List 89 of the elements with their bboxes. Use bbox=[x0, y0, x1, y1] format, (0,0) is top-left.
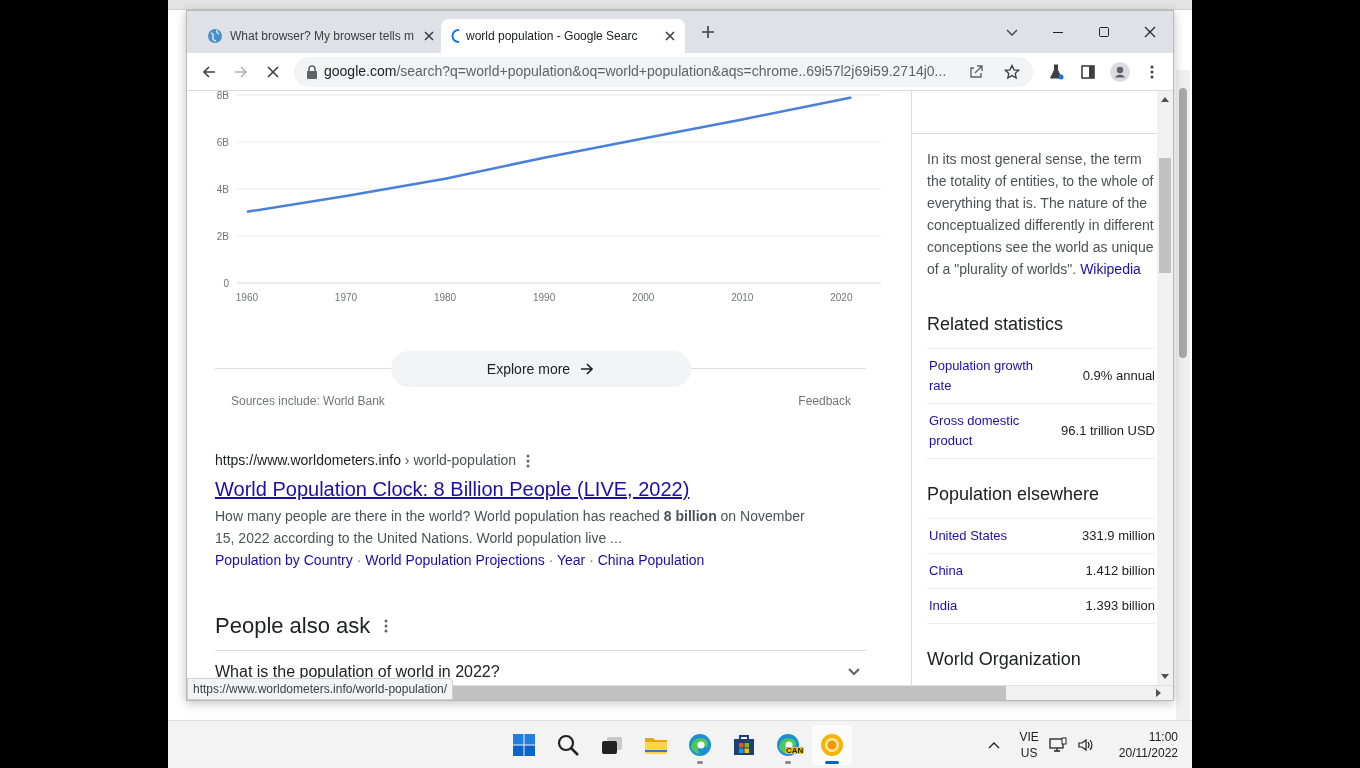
separator: · bbox=[589, 552, 594, 568]
section-heading: Related statistics bbox=[927, 313, 1065, 336]
star-icon bbox=[1004, 63, 1020, 80]
url-tooltip: https://www.worldometers.info/world-population/ bbox=[187, 678, 454, 700]
sitelink[interactable]: Year bbox=[556, 552, 586, 568]
axis-label: 6B bbox=[216, 137, 229, 148]
tab-title: What browser? My browser tells m bbox=[230, 28, 415, 45]
language-text[interactable]: VIE bbox=[1019, 728, 1039, 745]
close-icon bbox=[1142, 24, 1158, 40]
speaker-icon[interactable] bbox=[1076, 736, 1095, 753]
wikipedia-link[interactable]: Wikipedia bbox=[1080, 261, 1141, 277]
chrome-canary-icon bbox=[820, 732, 844, 757]
scroll-up-icon bbox=[1161, 96, 1169, 102]
address-bar[interactable]: google.com/search?q=world+population&oq=world+population&aqs=chrome..69i57l2j69i59.2714j0... bbox=[294, 56, 1033, 87]
flask-icon bbox=[1048, 63, 1064, 80]
stat-value: 1.393 billion bbox=[1085, 597, 1155, 615]
app-badge: CAN bbox=[785, 746, 805, 754]
sitelink[interactable]: China Population bbox=[597, 552, 705, 568]
feedback-link[interactable]: Feedback bbox=[798, 392, 851, 410]
stat-value: 1.412 billion bbox=[1085, 562, 1155, 580]
stat-value: 96.1 trillion USD bbox=[1061, 422, 1155, 440]
stat-value: 0.9% annual bbox=[1082, 367, 1155, 385]
axis-label: 1970 bbox=[334, 292, 358, 303]
stat-link[interactable]: United States bbox=[929, 526, 1054, 546]
search-icon bbox=[556, 732, 580, 757]
scrollbar[interactable] bbox=[1157, 91, 1173, 685]
description-text: the totality of entities, to the whole of bbox=[927, 172, 1155, 191]
kebab-menu-icon[interactable] bbox=[526, 453, 531, 468]
lock-icon bbox=[306, 64, 318, 79]
axis-label: 1960 bbox=[235, 292, 259, 303]
axis-label: 4B bbox=[216, 184, 229, 195]
separator: · bbox=[548, 552, 554, 568]
axis-label: 2010 bbox=[731, 292, 754, 303]
section-heading: World Organization bbox=[927, 648, 1082, 671]
description-text: everything that is. The nature of the bbox=[927, 194, 1148, 213]
result-snippet: How many people are there in the world? World population has reached 8 billion on November 15, 2022 according to the United Nations. World population live ... bbox=[215, 507, 806, 548]
axis-label: 1980 bbox=[433, 292, 457, 303]
network-icon[interactable] bbox=[1048, 736, 1067, 753]
browser-tab[interactable]: world population - Google Searc bbox=[441, 19, 685, 53]
plus-icon bbox=[700, 24, 716, 40]
share-icon bbox=[968, 63, 984, 80]
edge-icon bbox=[688, 732, 712, 757]
sitelink[interactable]: Population by Country bbox=[215, 552, 353, 568]
result-title-link[interactable]: World Population Clock: 8 Billion People (LIVE, 2022) bbox=[215, 476, 690, 502]
section-heading: People also ask bbox=[215, 612, 371, 640]
scroll-thumb[interactable] bbox=[1179, 88, 1187, 358]
clock-date[interactable]: 20/11/2022 bbox=[1118, 744, 1178, 761]
arrow-right-icon bbox=[580, 362, 595, 376]
separator: · bbox=[356, 552, 362, 568]
avatar-icon bbox=[1110, 61, 1130, 82]
url-text: google.com/search?q=world+population&oq=world+population&aqs=chrome..69i57l2j69i59.2714j0... bbox=[324, 62, 948, 81]
axis-label: 2020 bbox=[830, 292, 853, 303]
windows-logo-icon bbox=[512, 732, 536, 757]
axis-label: 2000 bbox=[632, 292, 655, 303]
scroll-thumb[interactable] bbox=[1159, 158, 1171, 273]
stat-link[interactable]: Gross domestic product bbox=[929, 411, 1054, 451]
forward-arrow-icon bbox=[233, 63, 249, 80]
axis-label: 8B bbox=[216, 91, 229, 101]
stat-link[interactable]: Population growth rate bbox=[929, 356, 1054, 396]
axis-label: 2B bbox=[216, 231, 229, 242]
stat-value: 331.9 million bbox=[1082, 527, 1155, 545]
sitelink[interactable]: World Population Projections bbox=[365, 552, 545, 568]
maximize-icon bbox=[1096, 24, 1112, 40]
region-text[interactable]: US bbox=[1020, 744, 1038, 761]
scroll-right-icon bbox=[1156, 689, 1162, 697]
tab-title: world population - Google Searc bbox=[466, 28, 639, 45]
axis-label: 1990 bbox=[533, 292, 556, 303]
description-text: conceptions see the world as unique bbox=[927, 238, 1155, 257]
scrollbar[interactable] bbox=[1176, 70, 1190, 720]
back-arrow-icon bbox=[201, 63, 217, 80]
scroll-down-icon bbox=[1161, 674, 1169, 680]
store-icon bbox=[732, 732, 756, 757]
stat-link[interactable]: China bbox=[929, 561, 1054, 581]
sources-text: Sources include: World Bank bbox=[231, 393, 385, 410]
minimize-icon bbox=[1053, 31, 1063, 33]
browser-tab[interactable]: What browser? My browser tells m bbox=[197, 19, 441, 53]
kebab-menu-icon[interactable] bbox=[384, 618, 389, 633]
description-text: of a "plurality of worlds". bbox=[927, 261, 1077, 277]
stat-link[interactable]: India bbox=[929, 596, 1054, 616]
axis-label: 0 bbox=[223, 278, 229, 289]
result-url: https://www.worldometers.info › world-population bbox=[215, 451, 517, 470]
description-text: In its most general sense, the term bbox=[927, 150, 1143, 169]
description-text: conceptualized differently in different bbox=[927, 216, 1155, 235]
clock-time[interactable]: 11:00 bbox=[1148, 728, 1178, 745]
taskbar-app[interactable]: CAN bbox=[768, 724, 808, 765]
side-panel-icon bbox=[1080, 63, 1096, 80]
explore-more-button[interactable]: Explore more bbox=[390, 351, 691, 387]
close-icon bbox=[265, 63, 281, 80]
section-heading: Population elsewhere bbox=[927, 483, 1101, 506]
